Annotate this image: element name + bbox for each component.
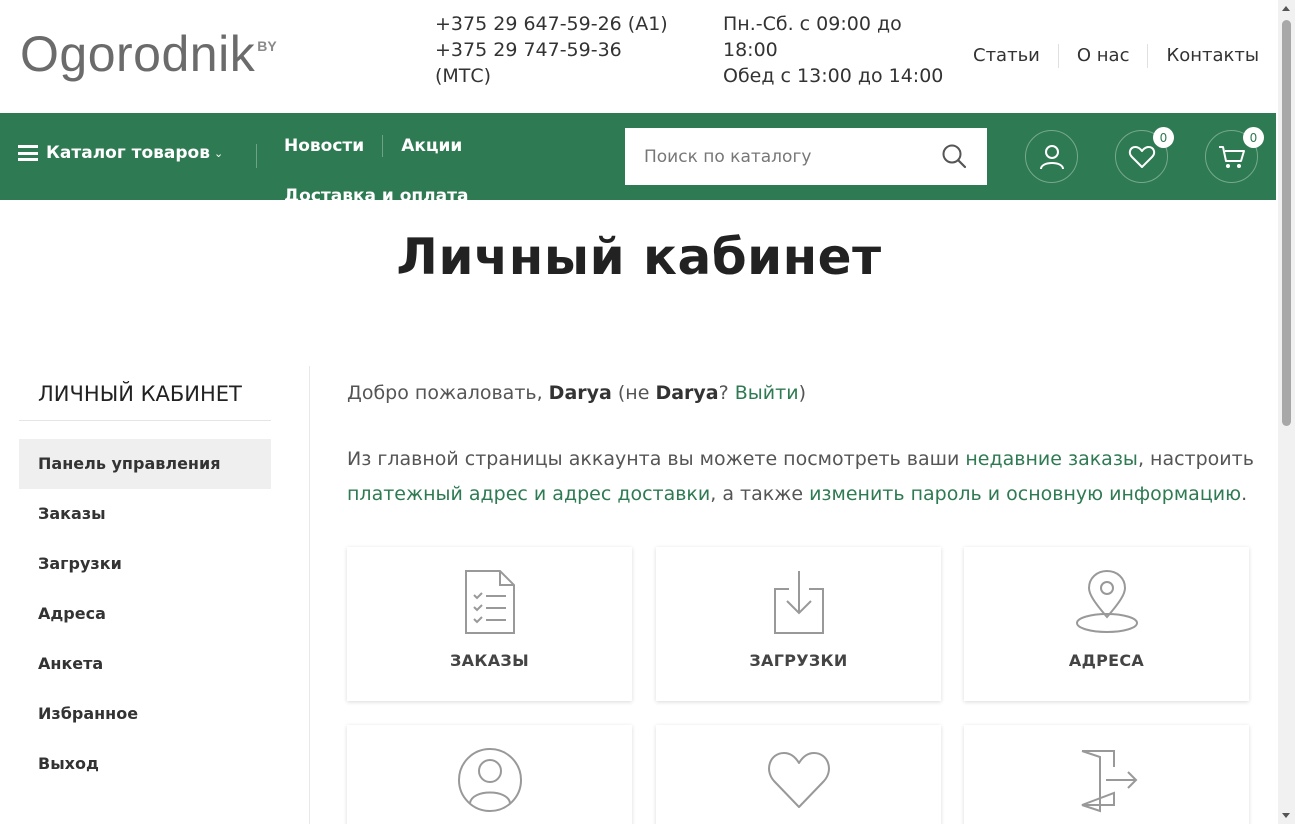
- user-icon: [1039, 144, 1064, 169]
- main-navbar: Каталог товаров ⌄ Новости Акции Доставка…: [0, 113, 1276, 206]
- nav-link-promos[interactable]: Акции: [401, 135, 480, 157]
- intro-part3: , а также: [710, 483, 810, 505]
- top-link-contacts[interactable]: Контакты: [1147, 44, 1277, 68]
- search-icon[interactable]: [941, 143, 967, 169]
- hours-line1: Пн.-Сб. с 09:00 до 18:00: [723, 13, 902, 61]
- nav-links: Новости Акции Доставка и оплата: [284, 121, 604, 221]
- card-downloads-label: ЗАГРУЗКИ: [749, 651, 848, 670]
- sidebar-item-orders[interactable]: Заказы: [19, 489, 271, 539]
- cart-button[interactable]: 0: [1205, 127, 1264, 183]
- account-button[interactable]: [1025, 130, 1078, 183]
- page-title: Личный кабинет: [396, 228, 882, 286]
- content-divider: [309, 366, 310, 824]
- nav-divider: [256, 144, 257, 168]
- card-orders[interactable]: ЗАКАЗЫ: [347, 547, 632, 701]
- phone-numbers: +375 29 647-59-26 (A1) +375 29 747-59-36…: [435, 11, 675, 89]
- welcome-suffix: ): [798, 382, 806, 404]
- cart-count-badge: 0: [1243, 127, 1264, 148]
- card-profile[interactable]: [347, 725, 632, 824]
- page-scrollbar[interactable]: [1278, 0, 1295, 824]
- nav-link-news[interactable]: Новости: [284, 135, 384, 157]
- working-hours: Пн.-Сб. с 09:00 до 18:00 Обед с 13:00 до…: [723, 11, 953, 89]
- top-link-articles[interactable]: Статьи: [960, 44, 1058, 68]
- card-wishlist[interactable]: [656, 725, 941, 824]
- location-pin-icon: [1075, 569, 1138, 633]
- edit-account-link[interactable]: изменить пароль и основную информацию: [809, 483, 1241, 505]
- wishlist-button[interactable]: 0: [1115, 127, 1174, 183]
- scroll-up-icon[interactable]: [1282, 6, 1290, 11]
- top-links: Статьи О нас Контакты: [960, 44, 1277, 68]
- sidebar-menu: Панель управления Заказы Загрузки Адреса…: [19, 439, 271, 789]
- phone-mts[interactable]: +375 29 747-59-36 (МТС): [435, 37, 675, 89]
- logo-text: Ogorodnik: [20, 26, 256, 82]
- wishlist-count-badge: 0: [1153, 127, 1174, 148]
- hours-line2: Обед с 13:00 до 14:00: [723, 65, 944, 87]
- catalog-label: Каталог товаров: [46, 143, 210, 163]
- chevron-down-icon: ⌄: [214, 146, 224, 160]
- heart-outline-icon: [767, 752, 830, 808]
- card-orders-label: ЗАКАЗЫ: [450, 651, 529, 670]
- card-logout[interactable]: [964, 725, 1249, 824]
- nav-link-delivery[interactable]: Доставка и оплата: [284, 185, 486, 207]
- logout-door-icon: [1081, 750, 1137, 813]
- welcome-message: Добро пожаловать, Darya (не Darya? Выйти…: [347, 382, 806, 404]
- user-name: Darya: [548, 382, 612, 404]
- site-logo[interactable]: Ogorodnik BY: [20, 26, 277, 82]
- account-sidebar: ЛИЧНЫЙ КАБИНЕТ Панель управления Заказы …: [19, 370, 271, 789]
- sidebar-item-wishlist[interactable]: Избранное: [19, 689, 271, 739]
- sidebar-heading: ЛИЧНЫЙ КАБИНЕТ: [19, 370, 271, 421]
- sidebar-item-addresses[interactable]: Адреса: [19, 589, 271, 639]
- user-profile-icon: [457, 748, 522, 812]
- orders-icon: [464, 570, 515, 634]
- card-downloads[interactable]: ЗАГРУЗКИ: [656, 547, 941, 701]
- search-input[interactable]: [625, 146, 925, 167]
- sidebar-item-dashboard[interactable]: Панель управления: [19, 439, 271, 489]
- sidebar-item-downloads[interactable]: Загрузки: [19, 539, 271, 589]
- phone-a1[interactable]: +375 29 647-59-26 (A1): [435, 11, 675, 37]
- top-header: Ogorodnik BY +375 29 647-59-26 (A1) +375…: [0, 0, 1278, 113]
- sidebar-item-profile[interactable]: Анкета: [19, 639, 271, 689]
- welcome-mid: (не: [611, 382, 656, 404]
- welcome-question: ?: [718, 382, 735, 404]
- user-name-repeat: Darya: [655, 382, 719, 404]
- intro-part1: Из главной страницы аккаунта вы можете п…: [347, 448, 966, 470]
- card-addresses[interactable]: АДРЕСА: [964, 547, 1249, 701]
- hamburger-icon: [18, 145, 38, 161]
- scroll-thumb[interactable]: [1282, 20, 1291, 426]
- sidebar-item-logout[interactable]: Выход: [19, 739, 271, 789]
- catalog-menu-button[interactable]: Каталог товаров ⌄: [18, 143, 223, 163]
- cart-icon: [1218, 145, 1245, 168]
- scroll-down-icon[interactable]: [1282, 813, 1290, 818]
- intro-text: Из главной страницы аккаунта вы можете п…: [347, 442, 1267, 512]
- logo-suffix: BY: [257, 38, 277, 54]
- welcome-prefix: Добро пожаловать,: [347, 382, 549, 404]
- top-link-about[interactable]: О нас: [1057, 44, 1148, 68]
- card-addresses-label: АДРЕСА: [1068, 651, 1145, 670]
- addresses-link[interactable]: платежный адрес и адрес доставки: [347, 483, 710, 505]
- search-box: [625, 128, 987, 185]
- heart-icon: [1128, 145, 1155, 168]
- recent-orders-link[interactable]: недавние заказы: [965, 448, 1138, 470]
- intro-part2: , настроить: [1137, 448, 1254, 470]
- intro-part4: .: [1241, 483, 1248, 505]
- download-icon: [773, 571, 824, 634]
- logout-link[interactable]: Выйти: [735, 382, 799, 404]
